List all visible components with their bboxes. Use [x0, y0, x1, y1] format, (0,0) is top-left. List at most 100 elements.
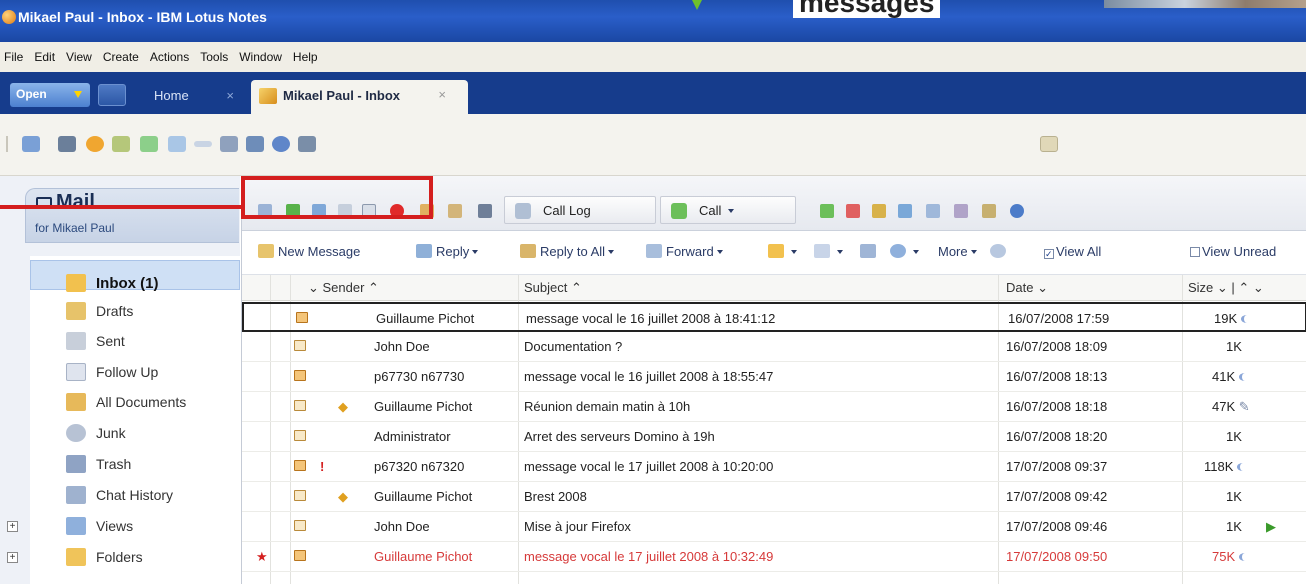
- sidebar-item-drafts[interactable]: Drafts: [66, 298, 133, 324]
- sidebar-item-junk[interactable]: Junk: [66, 420, 126, 446]
- back-icon[interactable]: [168, 136, 186, 152]
- stop-icon[interactable]: [86, 136, 104, 152]
- table-row[interactable]: Administrator Arret des serveurs Domino …: [242, 422, 1306, 452]
- tools-icon[interactable]: [982, 204, 996, 218]
- follow-up-flag-icon[interactable]: ▶: [1266, 519, 1276, 535]
- call-button[interactable]: Call: [660, 196, 796, 224]
- reply-button[interactable]: Reply: [416, 244, 479, 259]
- view-unread-checkbox[interactable]: [1190, 247, 1200, 257]
- transfer-icon[interactable]: [898, 204, 912, 218]
- chat-icon[interactable]: [954, 204, 968, 218]
- menu-file[interactable]: File: [4, 50, 23, 64]
- refresh-icon[interactable]: [298, 136, 316, 152]
- sound-icon: [1241, 315, 1253, 323]
- more-label: More: [938, 244, 968, 259]
- message-icon: [294, 430, 306, 441]
- view-all-checkbox[interactable]: ✓: [1044, 249, 1054, 259]
- tab-home[interactable]: Home ×: [148, 84, 244, 108]
- tab-inbox-close-icon[interactable]: ×: [438, 87, 446, 102]
- open-button[interactable]: Open: [10, 83, 90, 107]
- conference-icon[interactable]: [872, 204, 886, 218]
- sidebar-item-sent[interactable]: Sent: [66, 328, 125, 354]
- table-row[interactable]: Guillaume Pichot message vocal le 16 jui…: [242, 302, 1306, 332]
- folders-expander[interactable]: +: [7, 552, 18, 563]
- new-message-label: New Message: [278, 244, 361, 259]
- message-icon: [294, 520, 306, 531]
- sidebar-item-chat-history[interactable]: Chat History: [66, 482, 173, 508]
- table-row[interactable]: John Doe Mise à jour Firefox 17/07/2008 …: [242, 512, 1306, 542]
- menu-window[interactable]: Window: [239, 50, 282, 64]
- follow-up-button[interactable]: [814, 244, 843, 259]
- inbox-icon: [66, 274, 86, 292]
- sidebar-item-follow-up[interactable]: Follow Up: [66, 359, 158, 385]
- answer-icon[interactable]: [820, 204, 834, 218]
- views-expander[interactable]: +: [7, 521, 18, 532]
- table-row[interactable]: p67730 n67730 message vocal le 16 juille…: [242, 362, 1306, 392]
- row-subject: message vocal le 17 juillet 2008 à 10:20…: [524, 459, 774, 474]
- mail-header[interactable]: Mail for Mikael Paul: [25, 188, 239, 243]
- row-subject: Réunion demain matin à 10h: [524, 399, 691, 414]
- hangup-icon[interactable]: [846, 204, 860, 218]
- reply-to-all-button[interactable]: Reply to All: [520, 244, 615, 259]
- menu-help[interactable]: Help: [293, 50, 318, 64]
- menu-edit[interactable]: Edit: [34, 50, 55, 64]
- call-log-icon: [515, 203, 531, 219]
- menu-actions[interactable]: Actions: [150, 50, 189, 64]
- print-icon[interactable]: [58, 136, 76, 152]
- view-all-toggle[interactable]: ✓ View All: [1044, 244, 1101, 259]
- info-icon[interactable]: [1010, 204, 1024, 218]
- chevron-down-icon: [791, 250, 797, 254]
- move-to-folder-button[interactable]: [768, 244, 797, 259]
- forward-button[interactable]: Forward: [646, 244, 723, 259]
- menu-create[interactable]: Create: [103, 50, 139, 64]
- chevron-down-icon: [837, 250, 843, 254]
- menu-view[interactable]: View: [66, 50, 92, 64]
- sidebar-item-inbox[interactable]: Inbox (1): [66, 270, 159, 296]
- panel-toggle-icon[interactable]: [1040, 136, 1058, 152]
- new-message-button[interactable]: New Message: [258, 244, 360, 259]
- call-log-button[interactable]: Call Log: [504, 196, 656, 224]
- sidebar-item-folders[interactable]: Folders: [66, 544, 143, 570]
- view-unread-toggle[interactable]: View Unread: [1190, 244, 1276, 259]
- forward-icon[interactable]: [140, 136, 158, 152]
- row-sender: Guillaume Pichot: [374, 489, 473, 504]
- at-icon[interactable]: [272, 136, 290, 152]
- table-row[interactable]: ★ Guillaume Pichot message vocal le 17 j…: [242, 542, 1306, 572]
- column-header-size[interactable]: Size ⌄ | ⌃ ⌄: [1188, 280, 1264, 296]
- delete-button[interactable]: [860, 244, 880, 259]
- chevron-down-icon: [472, 250, 479, 254]
- sidebar-item-all-documents[interactable]: All Documents: [66, 389, 186, 415]
- table-row[interactable]: ! p67320 n67320 message vocal le 17 juil…: [242, 452, 1306, 482]
- tab-home-close-icon[interactable]: ×: [226, 88, 234, 103]
- contacts-icon[interactable]: [448, 204, 462, 218]
- replicate-button[interactable]: [98, 84, 126, 106]
- table-row[interactable]: ◆ Guillaume Pichot Brest 2008 17/07/2008…: [242, 482, 1306, 512]
- sidebar-item-trash[interactable]: Trash: [66, 451, 131, 477]
- table-row[interactable]: John Doe Documentation ? 16/07/2008 18:0…: [242, 332, 1306, 362]
- settings-icon[interactable]: [478, 204, 492, 218]
- sidebar-item-views[interactable]: Views: [66, 513, 133, 539]
- table-row[interactable]: ◆ Guillaume Pichot Réunion demain matin …: [242, 392, 1306, 422]
- column-header-subject[interactable]: Subject ⌃: [524, 280, 582, 296]
- find-icon[interactable]: [246, 136, 264, 152]
- reply-to-all-icon: [520, 244, 536, 258]
- mail-owner: for Mikael Paul: [35, 221, 115, 235]
- column-header-sender[interactable]: ⌄ Sender ⌃: [308, 280, 379, 296]
- tab-inbox[interactable]: Mikael Paul - Inbox ×: [251, 80, 468, 114]
- column-header-date[interactable]: Date ⌄: [1006, 280, 1048, 296]
- new-icon[interactable]: [22, 136, 40, 152]
- call-log-label: Call Log: [543, 203, 591, 218]
- open-button-label: Open: [16, 87, 47, 101]
- menu-tools[interactable]: Tools: [200, 50, 228, 64]
- row-sender: Guillaume Pichot: [374, 549, 473, 564]
- copy-icon[interactable]: [220, 136, 238, 152]
- row-sender: p67320 n67320: [374, 459, 465, 474]
- video-icon[interactable]: [926, 204, 940, 218]
- search-button[interactable]: [890, 244, 919, 259]
- row-size-value: 41K: [1212, 369, 1236, 384]
- edit-icon[interactable]: [112, 136, 130, 152]
- more-button[interactable]: More: [938, 244, 977, 259]
- title-bar: Mikael Paul - Inbox - IBM Lotus Notes me…: [0, 0, 1306, 42]
- mention-button[interactable]: [990, 244, 1010, 259]
- window-title: Mikael Paul - Inbox - IBM Lotus Notes: [18, 9, 267, 25]
